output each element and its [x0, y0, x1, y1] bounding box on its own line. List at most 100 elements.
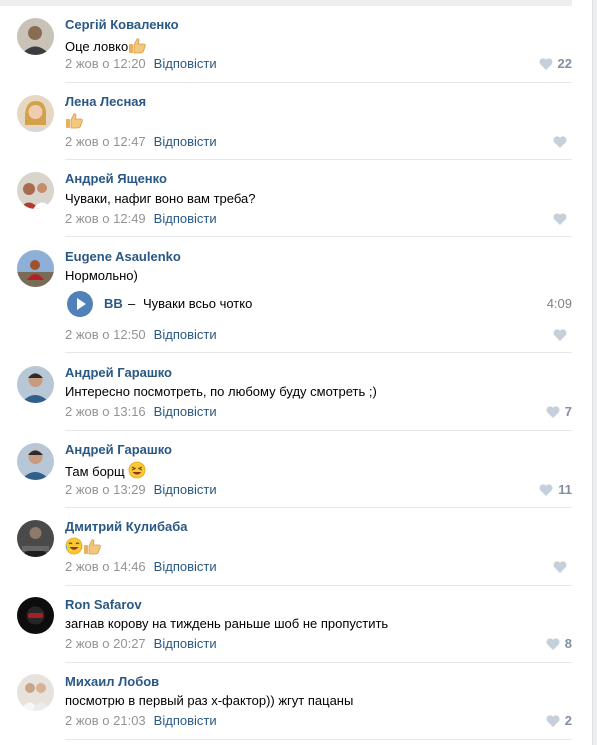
- divider: [65, 159, 572, 160]
- comment-author[interactable]: Дмитрий Кулибаба: [65, 519, 188, 534]
- avatar[interactable]: [17, 18, 54, 55]
- comment-date[interactable]: 2 жов о 20:27: [65, 636, 146, 651]
- reply-button[interactable]: Відповісти: [154, 404, 217, 419]
- heart-icon: [539, 484, 553, 499]
- comment-date[interactable]: 2 жов о 12:20: [65, 56, 146, 71]
- like-button[interactable]: [553, 559, 572, 576]
- comment-text: загнав корову на тиждень раньше шоб не п…: [65, 616, 388, 631]
- thumbs-up-icon: [128, 37, 146, 57]
- thumbs-up-icon: [83, 538, 101, 558]
- comment-author[interactable]: Андрей Гарашко: [65, 365, 172, 380]
- reply-button[interactable]: Відповісти: [154, 327, 217, 342]
- comment-author[interactable]: Eugene Asaulenko: [65, 249, 181, 264]
- heart-icon: [553, 136, 567, 151]
- comment-text-content: Там борщ: [65, 464, 125, 479]
- divider: [65, 507, 572, 508]
- comment-author[interactable]: Андрей Гарашко: [65, 442, 172, 457]
- heart-icon: [553, 213, 567, 228]
- comment-text-content: Оце ловко: [65, 39, 129, 54]
- avatar[interactable]: [17, 95, 54, 132]
- comment-meta: 2 жов о 12:49 Відповісти: [65, 211, 217, 226]
- thumbs-up-icon: [65, 112, 83, 132]
- divider: [65, 430, 572, 431]
- avatar[interactable]: [17, 366, 54, 403]
- like-count: 22: [557, 56, 572, 71]
- comment-meta: 2 жов о 12:47 Відповісти: [65, 134, 217, 149]
- reply-button[interactable]: Відповісти: [154, 211, 217, 226]
- like-button[interactable]: 2: [546, 713, 572, 730]
- comment-date[interactable]: 2 жов о 14:46: [65, 559, 146, 574]
- reply-button[interactable]: Відповісти: [154, 482, 217, 497]
- laughing-face-icon: [128, 461, 146, 482]
- comment-text: Нормольно): [65, 268, 138, 283]
- comment-text-content: Чуваки, нафиг воно вам треба?: [65, 191, 256, 206]
- avatar[interactable]: [17, 172, 54, 209]
- comment-date[interactable]: 2 жов о 12:50: [65, 327, 146, 342]
- comment-meta: 2 жов о 13:29 Відповісти: [65, 482, 217, 497]
- like-count: 7: [564, 404, 572, 419]
- comment-text-content: Нормольно): [65, 268, 138, 283]
- comment-text: Чуваки, нафиг воно вам треба?: [65, 191, 255, 206]
- like-button[interactable]: 7: [546, 404, 572, 421]
- comment-date[interactable]: 2 жов о 12:47: [65, 134, 146, 149]
- reply-button[interactable]: Відповісти: [154, 713, 217, 728]
- comment-date[interactable]: 2 жов о 13:16: [65, 404, 146, 419]
- like-button[interactable]: [553, 327, 572, 344]
- reply-button[interactable]: Відповісти: [154, 636, 217, 651]
- avatar[interactable]: [17, 674, 54, 711]
- reply-button[interactable]: Відповісти: [154, 134, 217, 149]
- like-count: 11: [558, 482, 572, 497]
- audio-artist[interactable]: BB: [104, 296, 123, 311]
- comments-panel: Сергій Коваленко Оце ловко 2 жов о 12:20…: [0, 0, 593, 745]
- divider: [65, 352, 572, 353]
- comment-meta: 2 жов о 13:16 Відповісти: [65, 404, 217, 419]
- avatar[interactable]: [17, 250, 54, 287]
- divider: [65, 662, 572, 663]
- avatar[interactable]: [17, 520, 54, 557]
- comment-date[interactable]: 2 жов о 21:03: [65, 713, 146, 728]
- avatar[interactable]: [17, 597, 54, 634]
- audio-separator: –: [128, 296, 136, 311]
- reply-button[interactable]: Відповісти: [154, 559, 217, 574]
- comment-author[interactable]: Андрей Ященко: [65, 171, 167, 186]
- comment-author[interactable]: Сергій Коваленко: [65, 17, 179, 32]
- heart-icon: [553, 329, 567, 344]
- comment-meta: 2 жов о 20:27 Відповісти: [65, 636, 217, 651]
- comment-text-content: Интересно посмотреть, по любому буду смо…: [65, 384, 377, 399]
- comment-text: [65, 112, 83, 132]
- avatar[interactable]: [17, 443, 54, 480]
- like-button[interactable]: 8: [546, 636, 572, 653]
- heart-icon: [538, 58, 553, 73]
- comment-date[interactable]: 2 жов о 12:49: [65, 211, 146, 226]
- comment-meta: 2 жов о 14:46 Відповісти: [65, 559, 217, 574]
- like-count: 2: [564, 713, 572, 728]
- heart-icon: [546, 638, 560, 653]
- comment-text-content: посмотрю в первый раз х-фактор)) жгут па…: [65, 693, 354, 708]
- audio-attachment[interactable]: BB – Чуваки всьо чотко 4:09: [65, 291, 572, 317]
- audio-title[interactable]: Чуваки всьо чотко: [143, 296, 252, 311]
- comment-meta: 2 жов о 12:20 Відповісти: [65, 56, 217, 71]
- divider: [65, 585, 572, 586]
- comment-text: Интересно посмотреть, по любому буду смо…: [65, 384, 377, 399]
- like-button[interactable]: 11: [539, 482, 572, 499]
- comment-author[interactable]: Лена Лесная: [65, 94, 146, 109]
- comment-text: [65, 537, 101, 558]
- comment-author[interactable]: Ron Safarov: [65, 597, 142, 612]
- divider: [65, 236, 572, 237]
- comment-text-content: загнав корову на тиждень раньше шоб не п…: [65, 616, 389, 631]
- comment-date[interactable]: 2 жов о 13:29: [65, 482, 146, 497]
- divider: [65, 739, 572, 740]
- reply-button[interactable]: Відповісти: [154, 56, 217, 71]
- top-bar: [0, 0, 572, 6]
- comment-meta: 2 жов о 21:03 Відповісти: [65, 713, 217, 728]
- comment-author[interactable]: Михаил Лобов: [65, 674, 159, 689]
- like-button[interactable]: [553, 134, 572, 151]
- like-count: 8: [564, 636, 572, 651]
- play-icon[interactable]: [67, 291, 93, 317]
- like-button[interactable]: 22: [538, 56, 572, 73]
- audio-duration: 4:09: [546, 296, 572, 311]
- heart-icon: [546, 715, 560, 730]
- tears-of-joy-icon: [65, 537, 83, 558]
- heart-icon: [546, 406, 560, 421]
- like-button[interactable]: [553, 211, 572, 228]
